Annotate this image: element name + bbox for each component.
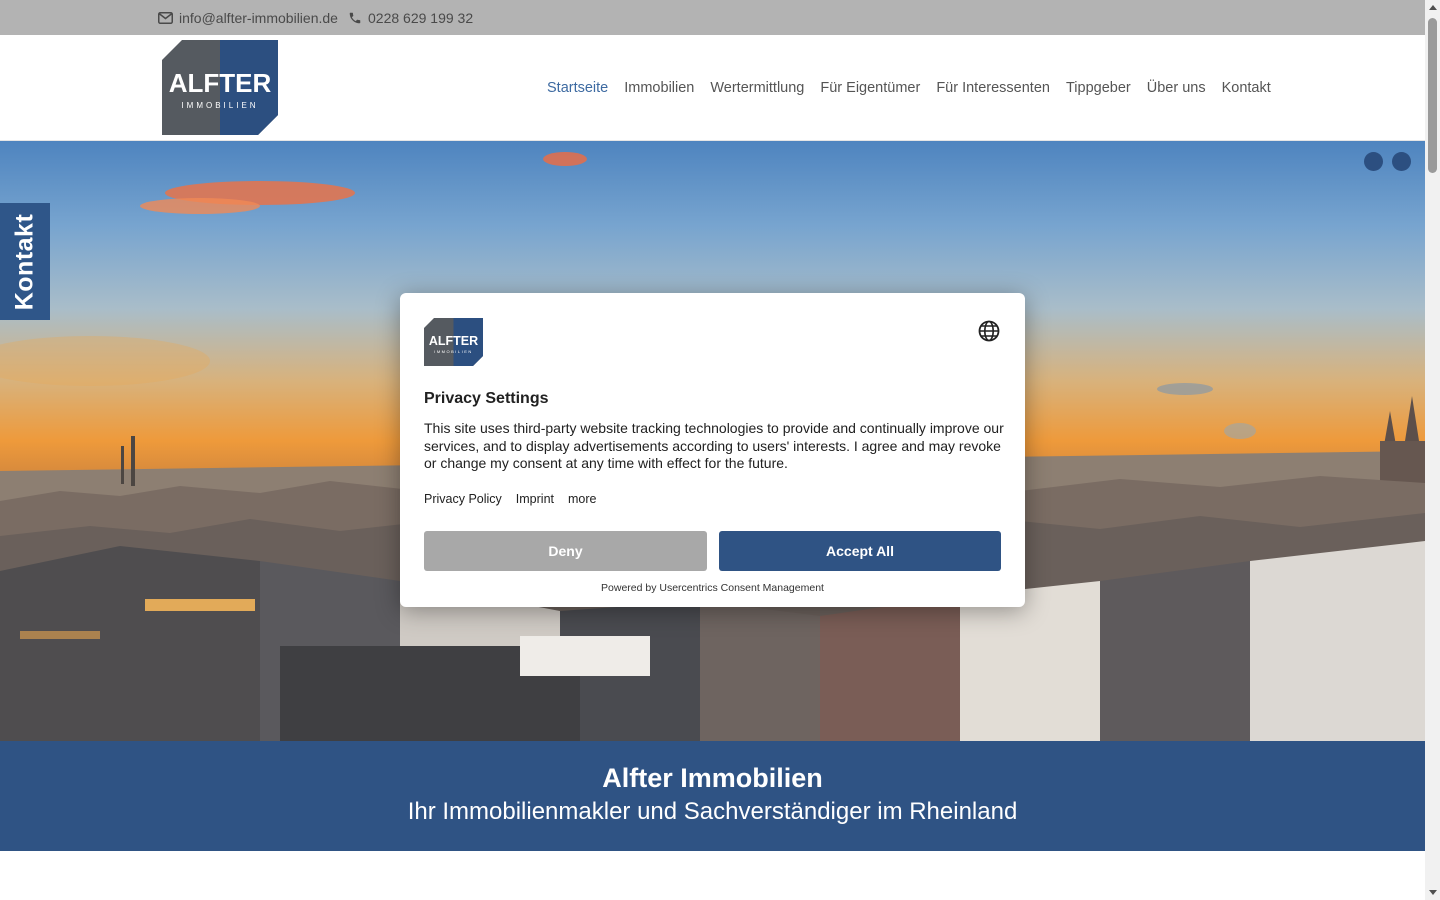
dialog-logo-subtext: IMMOBILIEN <box>434 349 473 354</box>
slider-dot[interactable] <box>1364 152 1383 171</box>
nav-fuer-interessenten[interactable]: Für Interessenten <box>936 80 1050 96</box>
privacy-policy-link[interactable]: Privacy Policy <box>424 492 502 506</box>
phone-text: 0228 629 199 32 <box>368 9 474 26</box>
kontakt-side-tab[interactable]: Kontakt <box>0 203 50 320</box>
logo-subtext: IMMOBILIEN <box>181 101 258 110</box>
band-subtitle: Ihr Immobilienmakler und Sachverständige… <box>407 798 1018 825</box>
phone-link[interactable]: 0228 629 199 32 <box>348 0 473 35</box>
scroll-down-arrow-icon[interactable] <box>1425 885 1440 900</box>
logo-text: ALFTER <box>169 68 272 98</box>
dialog-links: Privacy Policy Imprint more <box>424 492 610 506</box>
slider-dot[interactable] <box>1392 152 1411 171</box>
powered-by-text: Powered by Usercentrics Consent Manageme… <box>601 582 824 594</box>
kontakt-side-tab-label: Kontakt <box>10 213 39 310</box>
scroll-up-arrow-icon[interactable] <box>1425 0 1440 15</box>
dialog-description: This site uses third-party website track… <box>424 420 1004 471</box>
scrollbar-thumb[interactable] <box>1428 18 1437 173</box>
email-text: info@alfter-immobilien.de <box>179 9 338 26</box>
nav-ueber-uns[interactable]: Über uns <box>1147 80 1206 96</box>
site-header: ALFTER IMMOBILIEN Startseite Immobilien … <box>0 35 1425 141</box>
page: info@alfter-immobilien.de 0228 629 199 3… <box>0 0 1425 900</box>
more-link[interactable]: more <box>568 492 596 506</box>
globe-icon[interactable] <box>977 319 1001 343</box>
dialog-logo-text: ALFTER <box>429 334 478 348</box>
privacy-settings-dialog: ALFTER IMMOBILIEN Privacy Settings This … <box>400 293 1025 607</box>
nav-wertermittlung[interactable]: Wertermittlung <box>710 80 804 96</box>
dialog-logo: ALFTER IMMOBILIEN <box>424 318 483 366</box>
dialog-title: Privacy Settings <box>424 390 549 407</box>
band-title: Alfter Immobilien <box>602 763 823 793</box>
imprint-link[interactable]: Imprint <box>516 492 554 506</box>
deny-button[interactable]: Deny <box>424 531 707 571</box>
accept-all-button[interactable]: Accept All <box>719 531 1001 571</box>
nav-immobilien[interactable]: Immobilien <box>624 80 694 96</box>
envelope-icon <box>158 11 173 24</box>
email-link[interactable]: info@alfter-immobilien.de <box>158 0 338 35</box>
main-nav: Startseite Immobilien Wertermittlung Für… <box>547 35 1271 140</box>
phone-icon <box>349 12 361 23</box>
page-scrollbar[interactable] <box>1425 0 1440 900</box>
title-band: Alfter Immobilien Ihr Immobilienmakler u… <box>0 741 1425 851</box>
alfter-logo[interactable]: ALFTER IMMOBILIEN <box>162 40 278 135</box>
nav-kontakt[interactable]: Kontakt <box>1222 80 1271 96</box>
slider-dots <box>1355 152 1411 171</box>
nav-startseite[interactable]: Startseite <box>547 80 608 96</box>
nav-tippgeber[interactable]: Tippgeber <box>1066 80 1131 96</box>
top-contact-bar: info@alfter-immobilien.de 0228 629 199 3… <box>0 0 1425 35</box>
nav-fuer-eigentuemer[interactable]: Für Eigentümer <box>820 80 920 96</box>
